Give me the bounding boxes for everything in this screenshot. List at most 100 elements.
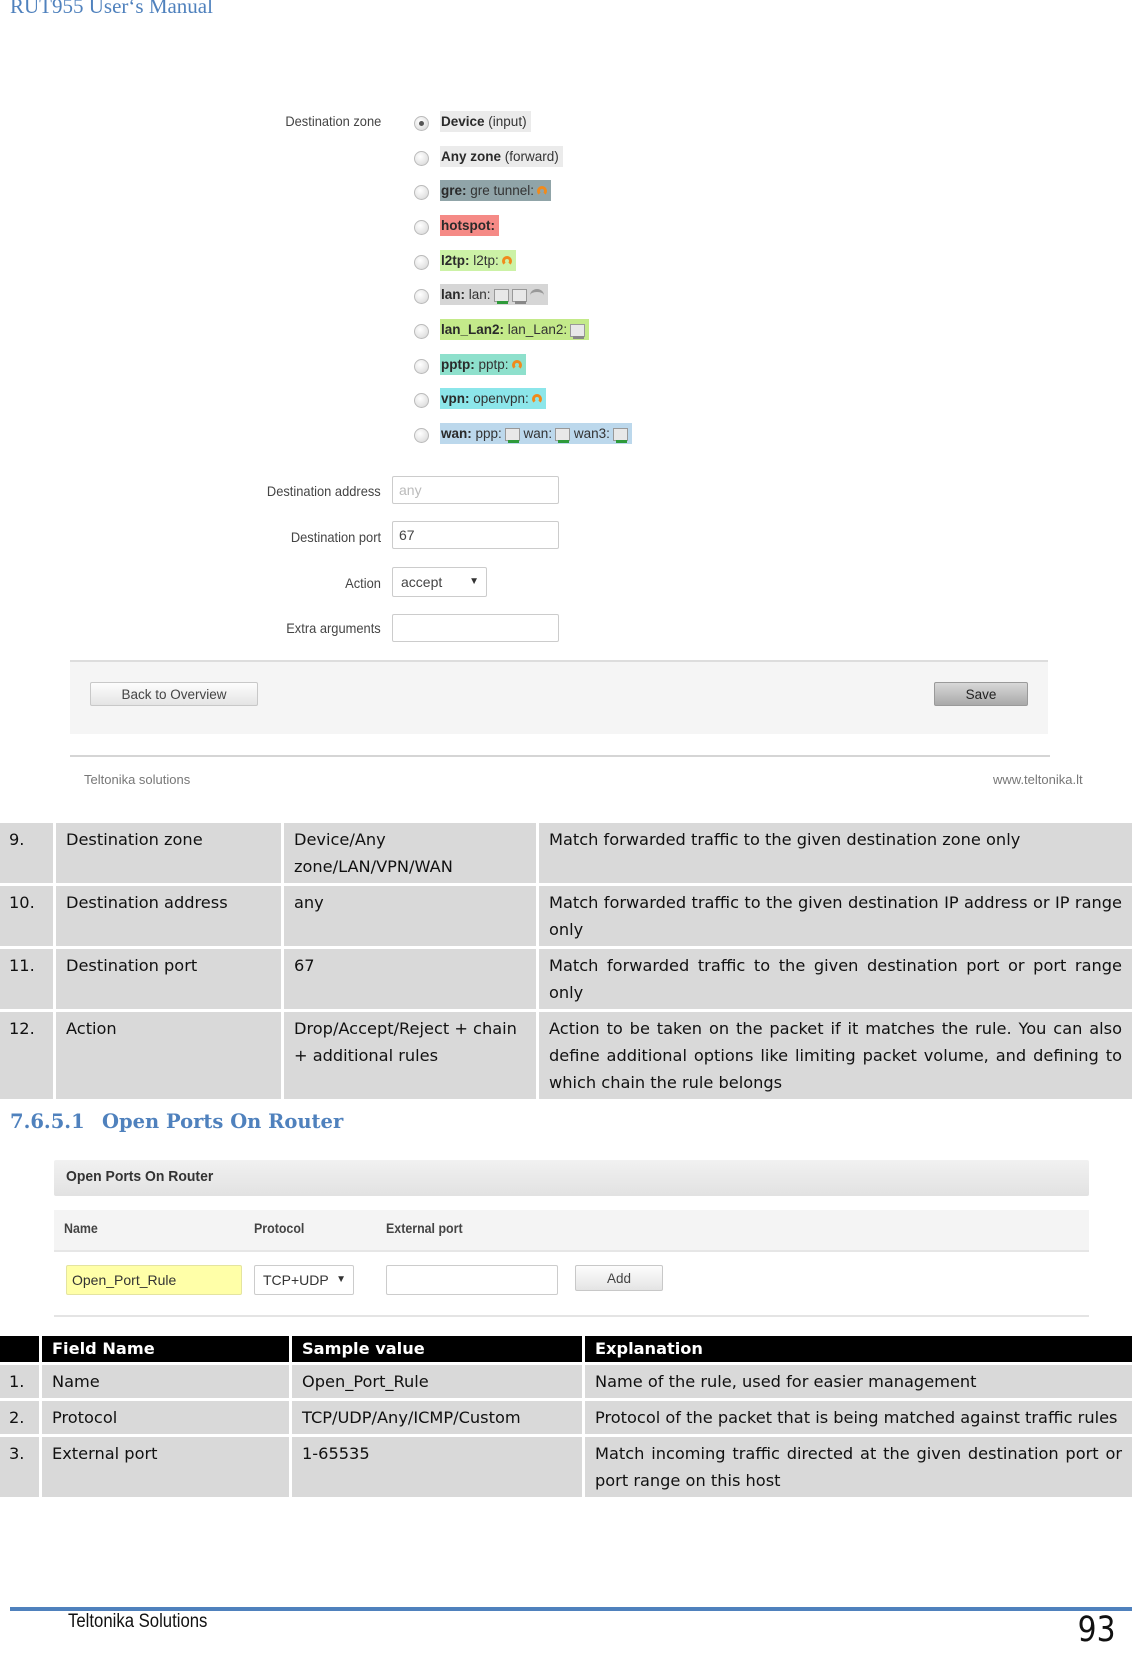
explanation: Match forwarded traffic to the given des…: [539, 949, 1132, 1009]
table-row: 9. Destination zone Device/Any zone/LAN/VP…: [0, 823, 1132, 883]
wifi-icon: [529, 288, 544, 302]
destination-port-input[interactable]: 67: [392, 521, 559, 549]
form-button-bar: Back to Overview Save: [70, 660, 1048, 734]
protocol-select[interactable]: TCP+UDP ▼: [254, 1265, 354, 1295]
zone-option[interactable]: Any zone (forward): [440, 146, 563, 167]
table-row: 2. Protocol TCP/UDP/Any/ICMP/Custom Protoco…: [0, 1401, 1132, 1434]
page-number: 93: [1078, 1610, 1116, 1650]
table-row: 3. External port 1-65535 Match incoming tra…: [0, 1437, 1132, 1497]
zone-key: hotspot:: [441, 218, 495, 233]
zone-radio[interactable]: [414, 116, 429, 131]
tunnel-icon: [537, 186, 548, 197]
table-header-row: Field Name Sample value Explanation: [0, 1336, 1132, 1362]
section-title: Open Ports On Router: [102, 1110, 344, 1133]
action-select[interactable]: accept ▼: [392, 567, 487, 597]
screenshot-footer-link[interactable]: www.teltonika.lt: [993, 772, 1083, 787]
zone-option[interactable]: pptp: pptp:: [440, 354, 526, 375]
zone-option[interactable]: lan: lan:: [440, 284, 548, 305]
tunnel-icon: [511, 360, 522, 371]
open-ports-fields-table: Field Name Sample value Explanation 1. Na…: [0, 1333, 1132, 1500]
destination-address-input[interactable]: any: [392, 476, 559, 504]
sample-value: Device/Any zone/LAN/VPN/WAN: [284, 823, 536, 883]
row-number: 12.: [0, 1012, 53, 1099]
column-external-port: External port: [386, 1221, 463, 1236]
zone-network: openvpn:: [469, 391, 529, 406]
row-number: 1.: [0, 1365, 39, 1398]
zone-network: lan_Lan2:: [504, 322, 568, 337]
save-button[interactable]: Save: [934, 682, 1028, 706]
table-row: 10. Destination address any Match forwarded…: [0, 886, 1132, 946]
action-select-value: accept: [401, 574, 443, 590]
ethernet-port-inactive-icon: [570, 323, 586, 339]
zone-network: (input): [484, 114, 527, 129]
sample-value: Drop/Accept/Reject + chain + additional …: [284, 1012, 536, 1099]
rule-name-input[interactable]: Open_Port_Rule: [66, 1265, 242, 1295]
field-name: Name: [42, 1365, 289, 1398]
field-name: Destination zone: [56, 823, 281, 883]
column-header-row: Name Protocol External port: [54, 1210, 1089, 1252]
protocol-select-value: TCP+UDP: [263, 1272, 329, 1288]
zone-radio[interactable]: [414, 359, 429, 374]
ethernet-port-icon: [504, 427, 520, 443]
add-button[interactable]: Add: [575, 1265, 663, 1291]
zone-option[interactable]: gre: gre tunnel:: [440, 180, 552, 201]
sample-value: TCP/UDP/Any/ICMP/Custom: [292, 1401, 582, 1434]
zone-key: lan:: [441, 287, 466, 302]
zone-radio[interactable]: [414, 428, 429, 443]
zone-option[interactable]: l2tp: l2tp:: [440, 250, 516, 271]
zone-option[interactable]: lan_Lan2: lan_Lan2:: [440, 319, 590, 340]
section-heading: 7.6.5.1 Open Ports On Router: [10, 1110, 343, 1133]
zone-option[interactable]: hotspot:: [440, 215, 499, 236]
table-row: 11. Destination port 67 Match forwarded tra…: [0, 949, 1132, 1009]
extra-arguments-input[interactable]: [392, 614, 559, 642]
ethernet-port-icon: [555, 427, 571, 443]
zone-key: lan_Lan2:: [441, 322, 505, 337]
field-name: Destination port: [56, 949, 281, 1009]
ethernet-port-inactive-icon: [511, 288, 527, 304]
extra-arguments-label: Extra arguments: [286, 620, 381, 636]
zone-network: l2tp:: [469, 253, 499, 268]
divider: [70, 755, 1050, 757]
zone-radio[interactable]: [414, 151, 429, 166]
external-port-input[interactable]: [386, 1265, 558, 1295]
vpn-tunnel-icon: [531, 394, 542, 405]
column-protocol: Protocol: [254, 1221, 305, 1236]
panel-header: Open Ports On Router: [54, 1160, 1089, 1196]
destination-zone-label: Destination zone: [285, 113, 381, 129]
table-header-cell: Sample value: [292, 1336, 582, 1362]
zone-radio[interactable]: [414, 324, 429, 339]
zone-network: gre tunnel:: [466, 183, 535, 198]
field-name: External port: [42, 1437, 289, 1497]
footer-company: Teltonika Solutions: [68, 1611, 208, 1632]
row-number: 2.: [0, 1401, 39, 1434]
zone-radio[interactable]: [414, 255, 429, 270]
zone-key: l2tp:: [441, 253, 470, 268]
screenshot-footer-brand: Teltonika solutions: [84, 772, 191, 787]
dropdown-caret-icon: ▼: [469, 576, 479, 587]
zone-radio[interactable]: [414, 393, 429, 408]
explanation: Match incoming traffic directed at the g…: [585, 1437, 1132, 1497]
zone-option[interactable]: vpn: openvpn:: [440, 388, 546, 409]
field-name: Destination address: [56, 886, 281, 946]
explanation: Name of the rule, used for easier manage…: [585, 1365, 1132, 1398]
explanation: Match forwarded traffic to the given des…: [539, 823, 1132, 883]
zone-network: wan:: [519, 426, 553, 441]
zone-radio[interactable]: [414, 289, 429, 304]
zone-option[interactable]: wan: ppp: wan: wan3:: [440, 423, 632, 444]
zone-radio[interactable]: [414, 220, 429, 235]
zone-radio[interactable]: [414, 185, 429, 200]
zone-network: (forward): [501, 149, 559, 164]
row-number: 10.: [0, 886, 53, 946]
dropdown-caret-icon: ▼: [336, 1274, 346, 1285]
zone-network: pptp:: [474, 357, 509, 372]
zone-key: vpn:: [441, 391, 470, 406]
back-to-overview-button[interactable]: Back to Overview: [90, 682, 258, 706]
action-label: Action: [345, 575, 381, 591]
table-header-cell: [0, 1336, 39, 1362]
panel-title: Open Ports On Router: [66, 1168, 214, 1185]
open-ports-screenshot: Open Ports On Router Name Protocol Exter…: [54, 1155, 1089, 1320]
zone-option[interactable]: Device (input): [440, 111, 531, 132]
tunnel-icon: [501, 256, 512, 267]
zone-key: wan:: [441, 426, 472, 441]
zone-key: pptp:: [441, 357, 475, 372]
